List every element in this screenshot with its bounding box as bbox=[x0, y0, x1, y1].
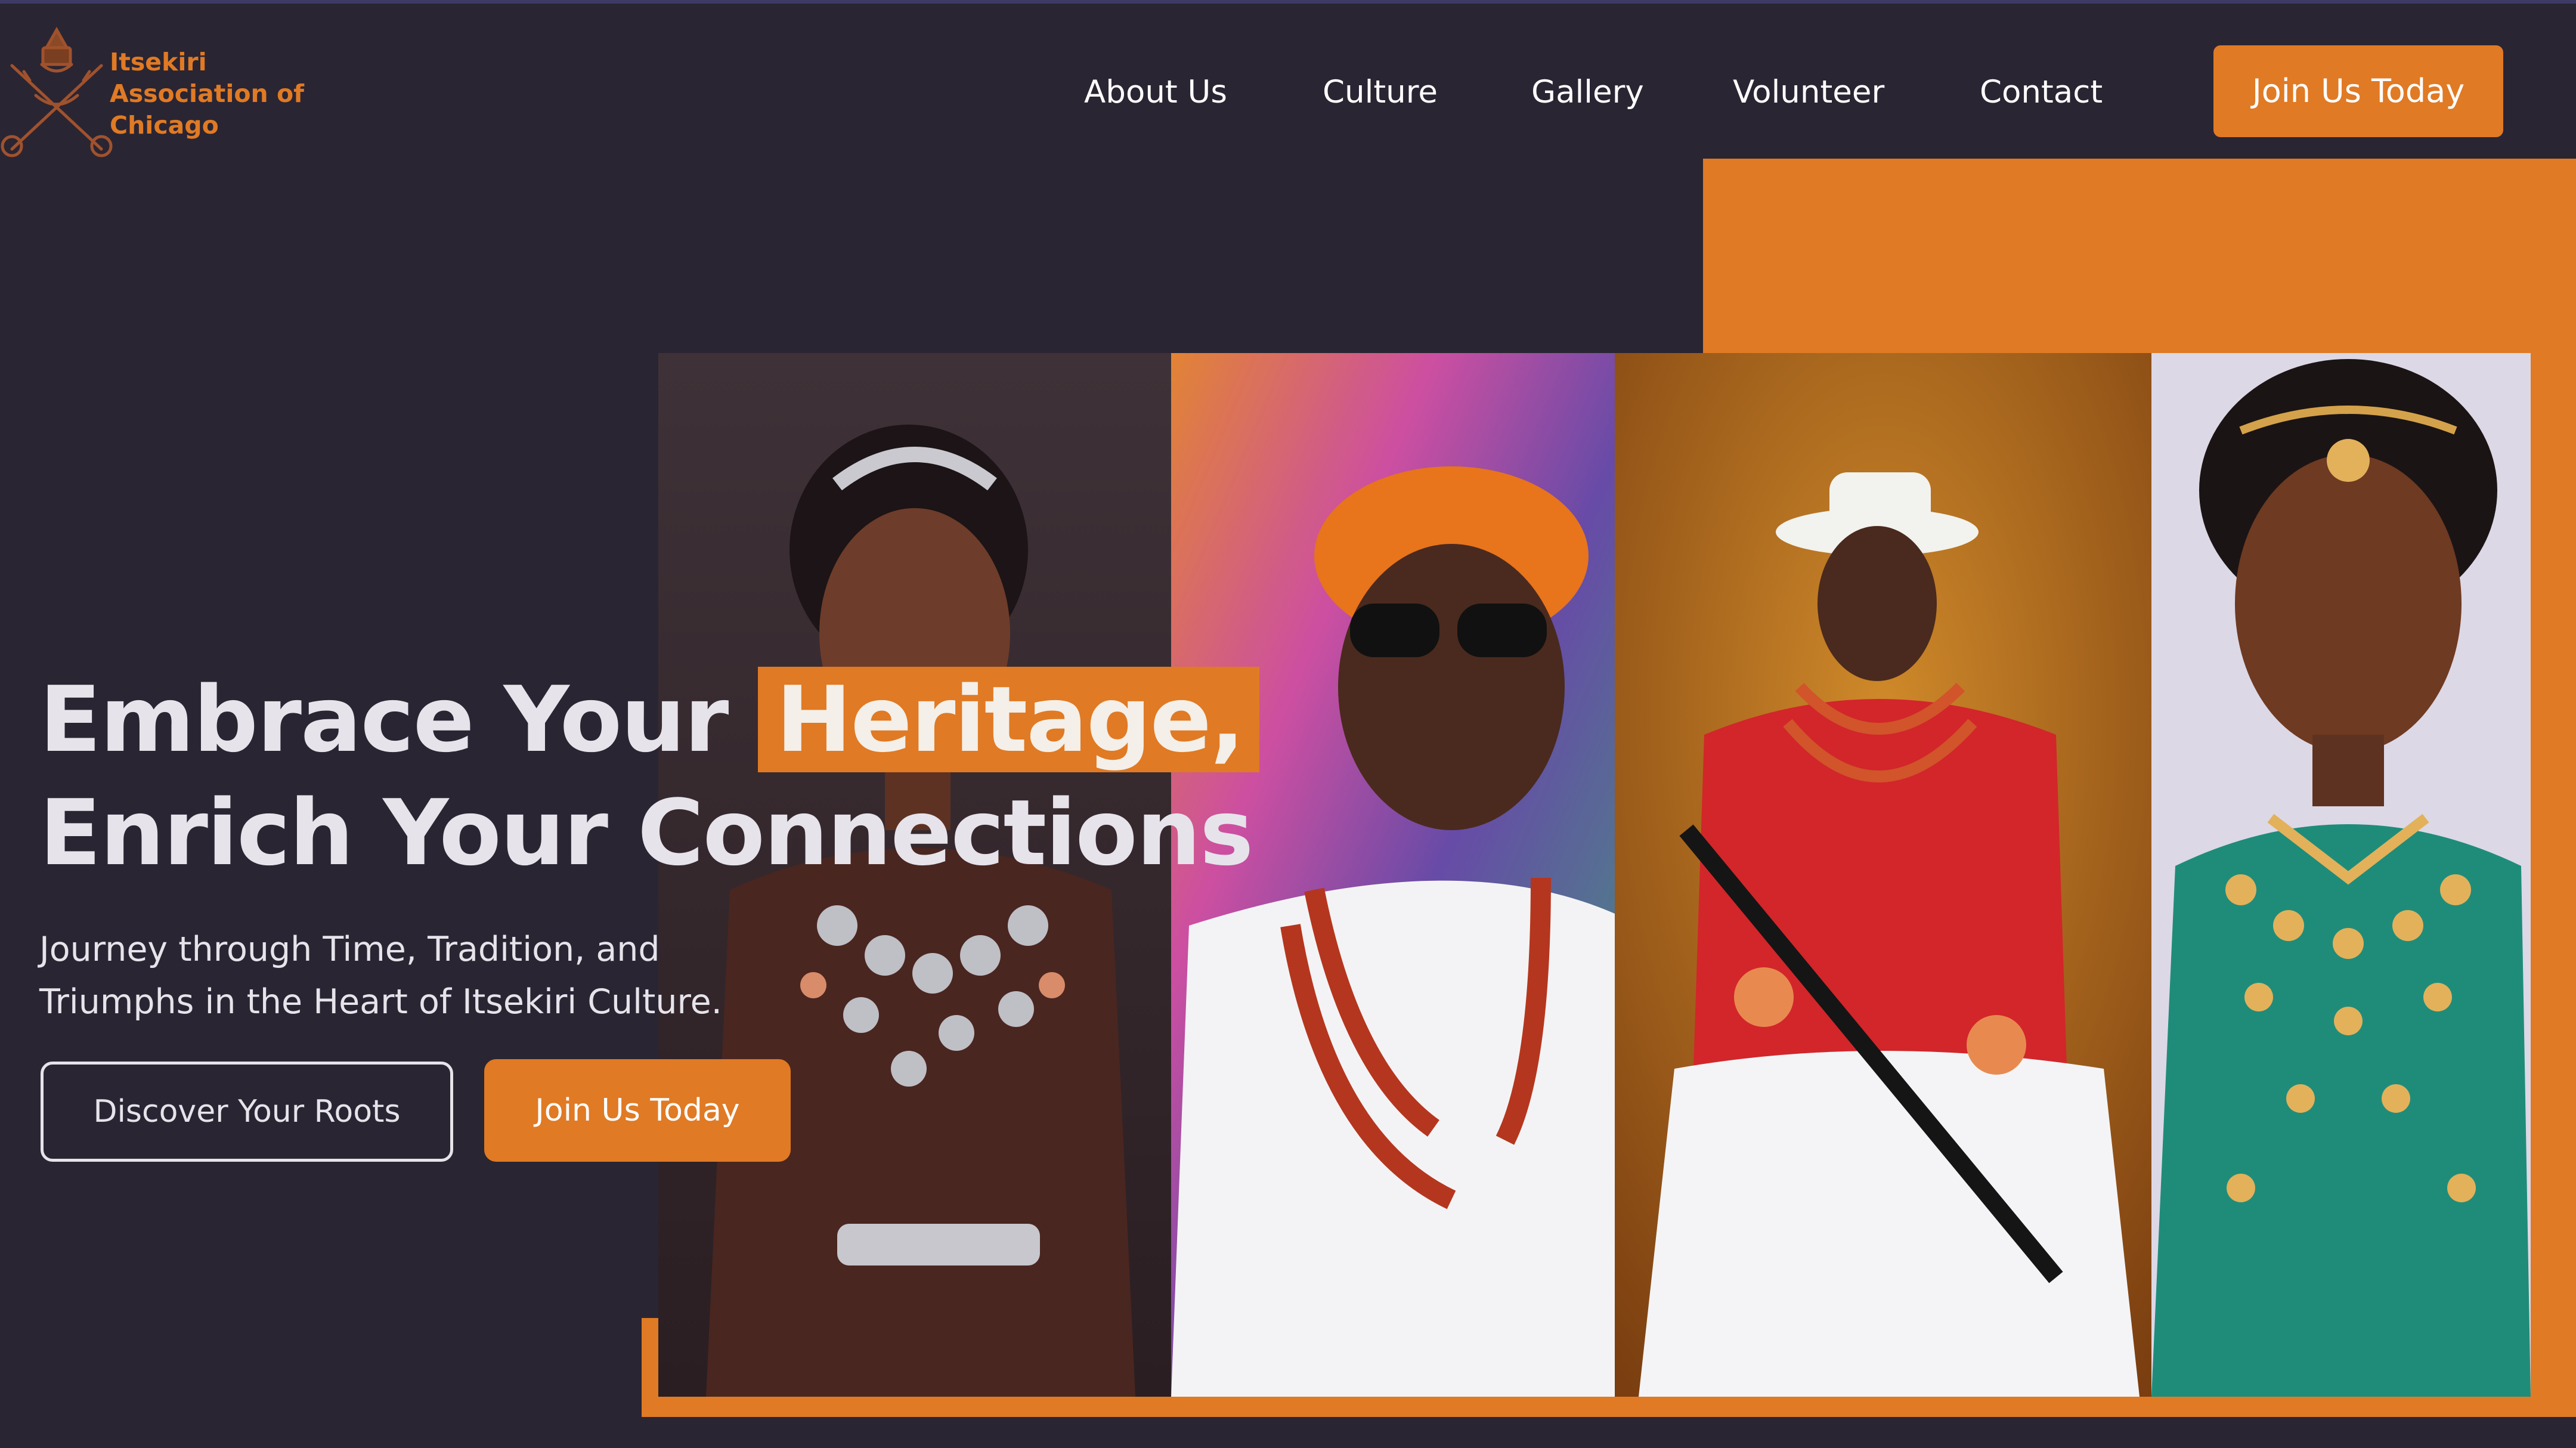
hero-title-prefix: Embrace Your bbox=[39, 667, 729, 772]
man-in-red-shirt-with-staff-photo bbox=[1615, 353, 2151, 1397]
hero-title: Embrace Your Heritage, Enrich Your Conne… bbox=[39, 663, 1351, 890]
hero-title-line-1: Embrace Your Heritage, bbox=[39, 663, 1351, 776]
nav-contact[interactable]: Contact bbox=[1980, 60, 2103, 125]
main-nav: About Us Culture Gallery Volunteer Conta… bbox=[0, 60, 2576, 125]
discover-your-roots-button[interactable]: Discover Your Roots bbox=[41, 1062, 453, 1162]
hero-title-highlight: Heritage, bbox=[758, 667, 1259, 772]
accent-block-right bbox=[2531, 159, 2576, 1417]
nav-culture[interactable]: Culture bbox=[1323, 60, 1438, 125]
join-us-nav-button[interactable]: Join Us Today bbox=[2213, 45, 2503, 137]
hero-subtitle: Journey through Time, Tradition, and Tri… bbox=[39, 923, 874, 1028]
nav-about-us[interactable]: About Us bbox=[1084, 60, 1227, 125]
hero-title-line-2: Enrich Your Connections bbox=[39, 780, 1253, 886]
nav-volunteer[interactable]: Volunteer bbox=[1733, 60, 1884, 125]
woman-in-gold-beads-and-green-wrapper-photo bbox=[2151, 353, 2531, 1397]
join-us-hero-button[interactable]: Join Us Today bbox=[484, 1059, 791, 1162]
nav-gallery[interactable]: Gallery bbox=[1531, 60, 1644, 125]
hero-subtitle-line: Triumphs in the Heart of Itsekiri Cultur… bbox=[39, 982, 722, 1022]
hero-subtitle-line: Journey through Time, Tradition, and bbox=[39, 930, 660, 969]
top-border bbox=[0, 0, 2576, 4]
accent-block-top bbox=[1703, 159, 2576, 355]
